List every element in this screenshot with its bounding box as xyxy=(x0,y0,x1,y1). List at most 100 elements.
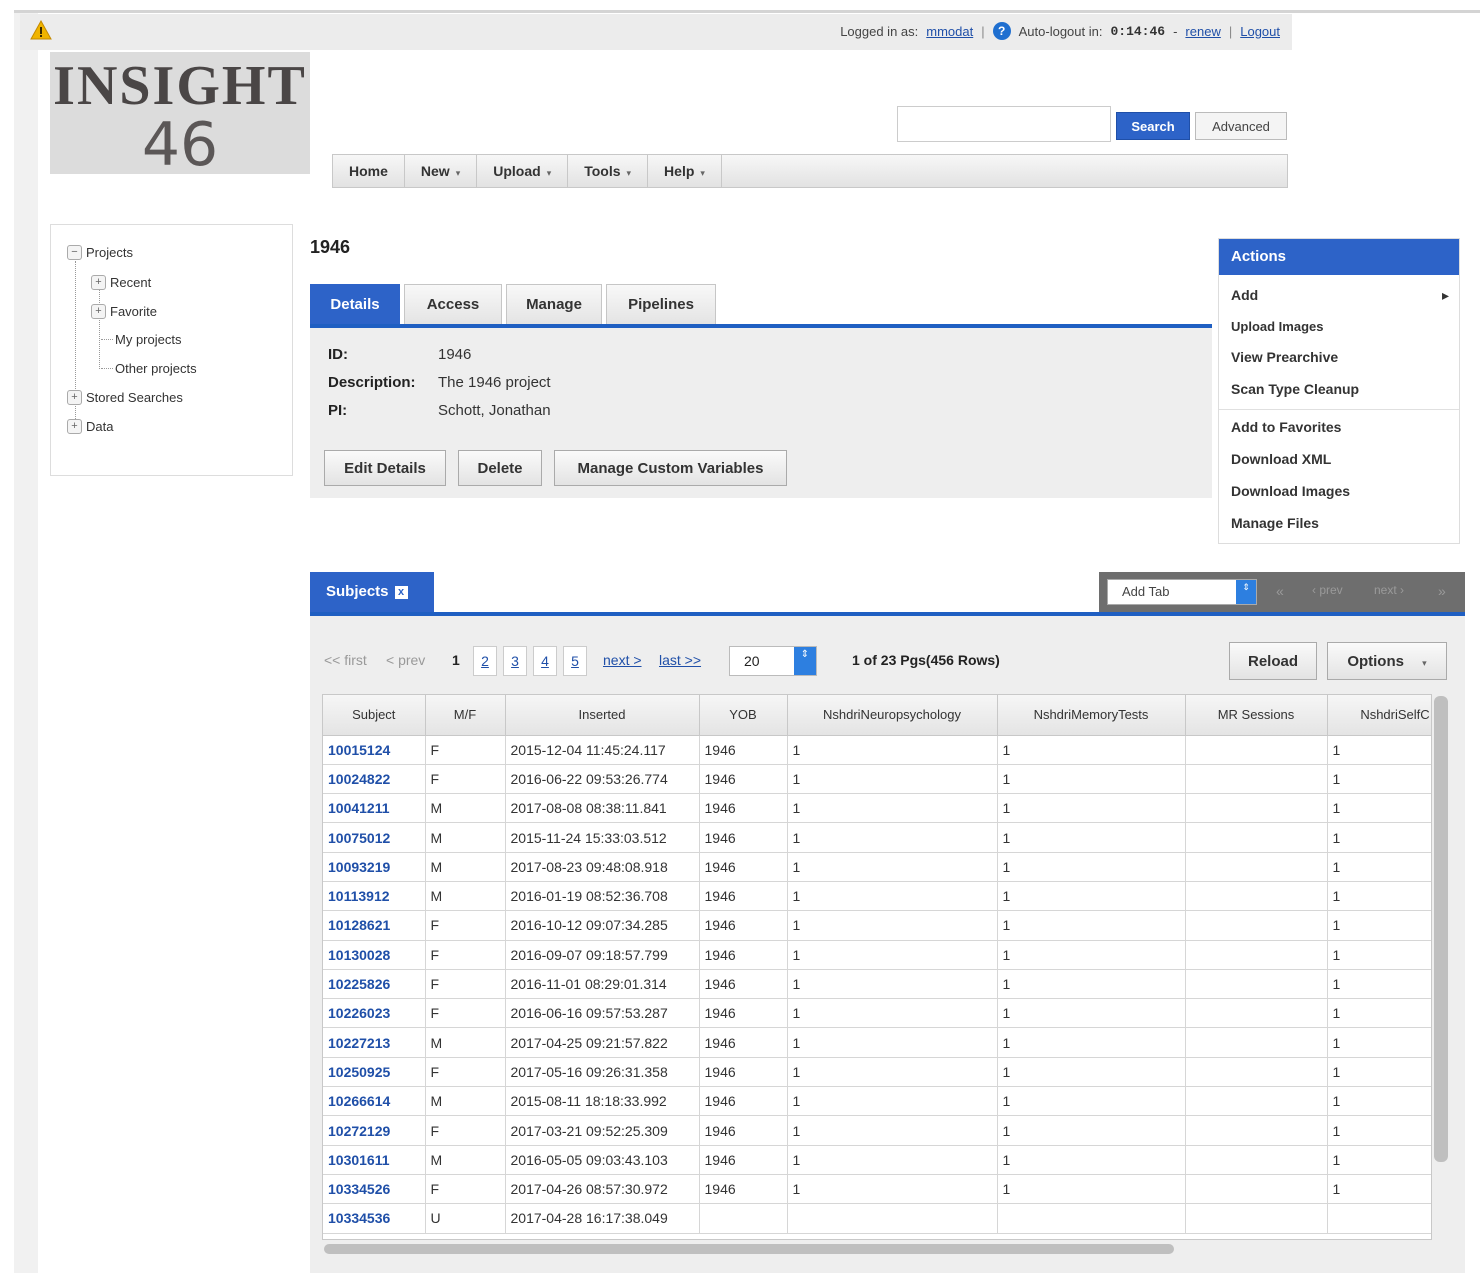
site-logo[interactable]: INSIGHT 46 xyxy=(50,52,310,175)
column-header-subject[interactable]: Subject xyxy=(323,695,426,736)
tab-pipelines[interactable]: Pipelines xyxy=(606,284,716,324)
expand-icon[interactable]: + xyxy=(91,274,106,290)
pager-next[interactable]: next > xyxy=(603,652,642,668)
subject-id[interactable]: 10301611 xyxy=(323,1145,426,1175)
first-tab-button[interactable]: « xyxy=(1276,583,1284,599)
neuropsychology-count: 1 xyxy=(787,822,998,853)
sex: M xyxy=(425,1086,506,1117)
close-icon[interactable]: x xyxy=(394,585,408,599)
warning-icon[interactable] xyxy=(30,20,52,40)
column-header-self-completion[interactable]: NshdriSelfC xyxy=(1327,695,1431,736)
renew-link[interactable]: renew xyxy=(1185,24,1220,39)
collapse-icon[interactable]: − xyxy=(67,244,82,260)
subject-id[interactable]: 10113912 xyxy=(323,881,426,912)
tree-item-stored-searches[interactable]: + Stored Searches xyxy=(67,388,183,406)
pager-page-5[interactable]: 5 xyxy=(563,646,587,676)
pager-page-3[interactable]: 3 xyxy=(503,646,527,676)
delete-button[interactable]: Delete xyxy=(458,450,542,486)
tree-item-projects[interactable]: − Projects xyxy=(67,243,133,261)
column-header-mr-sessions[interactable]: MR Sessions xyxy=(1185,695,1328,736)
subject-id[interactable]: 10075012 xyxy=(323,822,426,853)
horizontal-scrollbar[interactable] xyxy=(324,1244,1174,1254)
tab-subjects[interactable]: Subjects x xyxy=(310,572,434,612)
expand-icon[interactable]: + xyxy=(67,418,82,434)
prev-tab-button[interactable]: ‹ prev xyxy=(1312,583,1343,597)
search-button[interactable]: Search xyxy=(1116,112,1190,140)
action-download-xml[interactable]: Download XML xyxy=(1231,451,1331,467)
column-header-neuropsychology[interactable]: NshdriNeuropsychology xyxy=(787,695,998,736)
tab-manage[interactable]: Manage xyxy=(506,284,602,324)
action-add[interactable]: Add ▸ xyxy=(1231,287,1449,303)
action-upload-images[interactable]: Upload Images xyxy=(1231,319,1323,334)
column-header-sex[interactable]: M/F xyxy=(425,695,506,736)
chevron-down-icon: ▾ xyxy=(1422,657,1427,668)
column-header-yob[interactable]: YOB xyxy=(699,695,788,736)
action-download-images[interactable]: Download Images xyxy=(1231,483,1350,499)
vertical-scrollbar[interactable] xyxy=(1434,696,1448,1162)
subject-id[interactable]: 10227213 xyxy=(323,1027,426,1058)
nav-new[interactable]: New ▾ xyxy=(405,155,478,187)
manage-custom-variables-button[interactable]: Manage Custom Variables xyxy=(554,450,787,486)
neuropsychology-count: 1 xyxy=(787,1086,998,1117)
table-row: 10128621 F 2016-10-12 09:07:34.285 1946 1 1 1 xyxy=(323,910,1431,941)
tree-item-recent[interactable]: + Recent xyxy=(91,273,151,291)
yob: 1946 xyxy=(699,1174,788,1205)
action-add-label: Add xyxy=(1231,287,1259,303)
logout-link[interactable]: Logout xyxy=(1240,24,1280,39)
divider xyxy=(1219,409,1459,410)
action-add-to-favorites[interactable]: Add to Favorites xyxy=(1231,419,1341,435)
pager-page-4[interactable]: 4 xyxy=(533,646,557,676)
help-icon[interactable]: ? xyxy=(992,22,1011,40)
tree-item-my-projects[interactable]: My projects xyxy=(115,330,181,348)
sex: F xyxy=(425,910,506,941)
tree-item-favorite[interactable]: + Favorite xyxy=(91,302,157,320)
subject-id[interactable]: 10272129 xyxy=(323,1115,426,1146)
advanced-search-button[interactable]: Advanced xyxy=(1195,112,1287,140)
nav-tools[interactable]: Tools ▾ xyxy=(568,155,649,187)
column-header-memory-tests[interactable]: NshdriMemoryTests xyxy=(997,695,1186,736)
nav-upload[interactable]: Upload ▾ xyxy=(477,155,569,187)
tree-item-data[interactable]: + Data xyxy=(67,417,113,435)
subject-id[interactable]: 10250925 xyxy=(323,1057,426,1088)
subject-id[interactable]: 10334536 xyxy=(323,1203,426,1234)
rows-per-page-select[interactable]: 20 ⇕ xyxy=(729,646,817,676)
subject-id[interactable]: 10015124 xyxy=(323,735,426,765)
search-input[interactable] xyxy=(897,106,1111,142)
action-view-prearchive[interactable]: View Prearchive xyxy=(1231,349,1338,365)
subject-id[interactable]: 10093219 xyxy=(323,852,426,882)
self-completion-count: 1 xyxy=(1327,793,1431,824)
next-tab-button[interactable]: next › xyxy=(1374,583,1404,597)
action-scan-type-cleanup[interactable]: Scan Type Cleanup xyxy=(1231,381,1359,397)
options-button[interactable]: Options ▾ xyxy=(1327,642,1447,680)
inserted-date: 2017-08-08 08:38:11.841 xyxy=(505,793,700,824)
add-tab-select[interactable]: Add Tab ⇕ xyxy=(1107,579,1257,605)
action-manage-files[interactable]: Manage Files xyxy=(1231,515,1319,531)
chevron-right-icon: ▸ xyxy=(1441,287,1449,303)
tab-details[interactable]: Details xyxy=(310,284,400,324)
nav-help[interactable]: Help ▾ xyxy=(648,155,722,187)
inserted-date: 2017-05-16 09:26:31.358 xyxy=(505,1057,700,1088)
pager-last[interactable]: last >> xyxy=(659,652,701,668)
expand-icon[interactable]: + xyxy=(67,389,82,405)
yob: 1946 xyxy=(699,998,788,1029)
column-header-inserted[interactable]: Inserted xyxy=(505,695,700,736)
tree-item-other-projects[interactable]: Other projects xyxy=(115,359,197,377)
subject-id[interactable]: 10225826 xyxy=(323,969,426,1000)
subject-id[interactable]: 10041211 xyxy=(323,793,426,824)
reload-button[interactable]: Reload xyxy=(1229,642,1317,680)
edit-details-button[interactable]: Edit Details xyxy=(324,450,446,486)
tab-access[interactable]: Access xyxy=(404,284,502,324)
expand-icon[interactable]: + xyxy=(91,303,106,319)
subject-id[interactable]: 10130028 xyxy=(323,940,426,970)
nav-home[interactable]: Home xyxy=(333,155,405,187)
subject-id[interactable]: 10334526 xyxy=(323,1174,426,1205)
username-link[interactable]: mmodat xyxy=(926,24,973,39)
yob: 1946 xyxy=(699,910,788,941)
pager-page-2[interactable]: 2 xyxy=(473,646,497,676)
table-row: 10015124 F 2015-12-04 11:45:24.117 1946 1 1 1 xyxy=(323,735,1431,765)
subject-id[interactable]: 10266614 xyxy=(323,1086,426,1117)
subject-id[interactable]: 10128621 xyxy=(323,910,426,941)
subject-id[interactable]: 10226023 xyxy=(323,998,426,1029)
subject-id[interactable]: 10024822 xyxy=(323,764,426,795)
last-tab-button[interactable]: » xyxy=(1438,583,1446,599)
